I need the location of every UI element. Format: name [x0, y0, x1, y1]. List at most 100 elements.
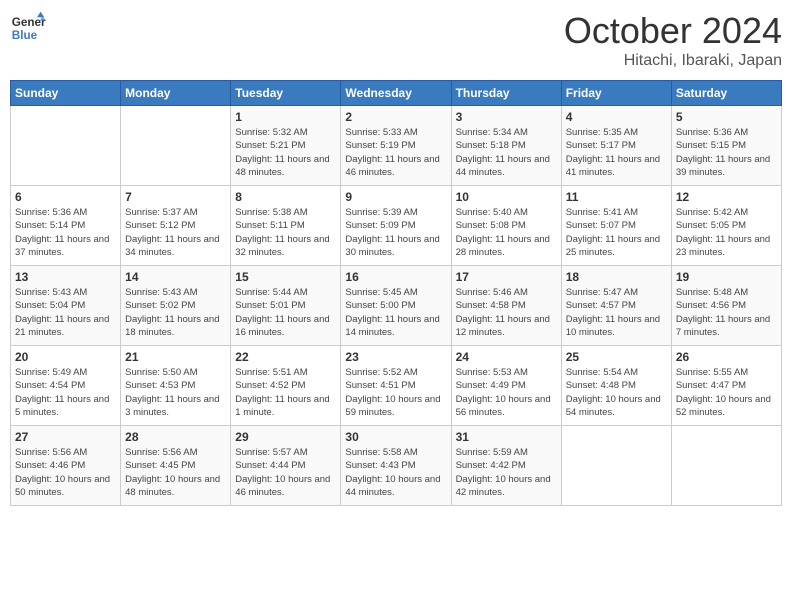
- logo-icon: General Blue: [10, 10, 46, 46]
- day-number: 22: [235, 350, 336, 364]
- calendar-cell: 22 Sunrise: 5:51 AM Sunset: 4:52 PM Dayli…: [231, 346, 341, 426]
- day-detail: Sunrise: 5:39 AM Sunset: 5:09 PM Dayligh…: [345, 206, 446, 259]
- calendar-cell: 13 Sunrise: 5:43 AM Sunset: 5:04 PM Dayli…: [11, 266, 121, 346]
- calendar-cell: 27 Sunrise: 5:56 AM Sunset: 4:46 PM Dayli…: [11, 426, 121, 506]
- day-number: 10: [456, 190, 557, 204]
- logo: General Blue: [10, 10, 46, 46]
- calendar-week-5: 27 Sunrise: 5:56 AM Sunset: 4:46 PM Dayli…: [11, 426, 782, 506]
- day-detail: Sunrise: 5:43 AM Sunset: 5:02 PM Dayligh…: [125, 286, 226, 339]
- day-detail: Sunrise: 5:44 AM Sunset: 5:01 PM Dayligh…: [235, 286, 336, 339]
- calendar-cell: 2 Sunrise: 5:33 AM Sunset: 5:19 PM Daylig…: [341, 106, 451, 186]
- calendar-cell: 12 Sunrise: 5:42 AM Sunset: 5:05 PM Dayli…: [671, 186, 781, 266]
- day-number: 24: [456, 350, 557, 364]
- calendar-table: SundayMondayTuesdayWednesdayThursdayFrid…: [10, 80, 782, 506]
- day-detail: Sunrise: 5:51 AM Sunset: 4:52 PM Dayligh…: [235, 366, 336, 419]
- calendar-cell: 18Sunrise: 5:47 AM Sunset: 4:57 PM Dayli…: [561, 266, 671, 346]
- calendar-cell: 10Sunrise: 5:40 AM Sunset: 5:08 PM Dayli…: [451, 186, 561, 266]
- day-number: 4: [566, 110, 667, 124]
- day-detail: Sunrise: 5:43 AM Sunset: 5:04 PM Dayligh…: [15, 286, 116, 339]
- day-number: 6: [15, 190, 116, 204]
- calendar-week-3: 13 Sunrise: 5:43 AM Sunset: 5:04 PM Dayli…: [11, 266, 782, 346]
- calendar-cell: 20Sunrise: 5:49 AM Sunset: 4:54 PM Dayli…: [11, 346, 121, 426]
- day-detail: Sunrise: 5:54 AM Sunset: 4:48 PM Dayligh…: [566, 366, 667, 419]
- weekday-header-saturday: Saturday: [671, 81, 781, 106]
- calendar-cell: [11, 106, 121, 186]
- day-number: 15: [235, 270, 336, 284]
- day-detail: Sunrise: 5:42 AM Sunset: 5:05 PM Dayligh…: [676, 206, 777, 259]
- day-detail: Sunrise: 5:53 AM Sunset: 4:49 PM Dayligh…: [456, 366, 557, 419]
- weekday-header-friday: Friday: [561, 81, 671, 106]
- day-detail: Sunrise: 5:34 AM Sunset: 5:18 PM Dayligh…: [456, 126, 557, 179]
- day-detail: Sunrise: 5:41 AM Sunset: 5:07 PM Dayligh…: [566, 206, 667, 259]
- day-detail: Sunrise: 5:46 AM Sunset: 4:58 PM Dayligh…: [456, 286, 557, 339]
- day-detail: Sunrise: 5:33 AM Sunset: 5:19 PM Dayligh…: [345, 126, 446, 179]
- day-detail: Sunrise: 5:36 AM Sunset: 5:14 PM Dayligh…: [15, 206, 116, 259]
- calendar-cell: 31 Sunrise: 5:59 AM Sunset: 4:42 PM Dayli…: [451, 426, 561, 506]
- weekday-header-tuesday: Tuesday: [231, 81, 341, 106]
- day-detail: Sunrise: 5:59 AM Sunset: 4:42 PM Dayligh…: [456, 446, 557, 499]
- day-number: 7: [125, 190, 226, 204]
- calendar-cell: 3Sunrise: 5:34 AM Sunset: 5:18 PM Daylig…: [451, 106, 561, 186]
- day-detail: Sunrise: 5:35 AM Sunset: 5:17 PM Dayligh…: [566, 126, 667, 179]
- calendar-cell: [561, 426, 671, 506]
- calendar-cell: 5 Sunrise: 5:36 AM Sunset: 5:15 PM Daylig…: [671, 106, 781, 186]
- calendar-header: SundayMondayTuesdayWednesdayThursdayFrid…: [11, 81, 782, 106]
- day-number: 13: [15, 270, 116, 284]
- day-detail: Sunrise: 5:56 AM Sunset: 4:45 PM Dayligh…: [125, 446, 226, 499]
- day-detail: Sunrise: 5:56 AM Sunset: 4:46 PM Dayligh…: [15, 446, 116, 499]
- day-detail: Sunrise: 5:37 AM Sunset: 5:12 PM Dayligh…: [125, 206, 226, 259]
- calendar-cell: 7 Sunrise: 5:37 AM Sunset: 5:12 PM Daylig…: [121, 186, 231, 266]
- day-number: 16: [345, 270, 446, 284]
- day-detail: Sunrise: 5:48 AM Sunset: 4:56 PM Dayligh…: [676, 286, 777, 339]
- day-number: 1: [235, 110, 336, 124]
- day-detail: Sunrise: 5:45 AM Sunset: 5:00 PM Dayligh…: [345, 286, 446, 339]
- day-detail: Sunrise: 5:49 AM Sunset: 4:54 PM Dayligh…: [15, 366, 116, 419]
- day-number: 21: [125, 350, 226, 364]
- weekday-header-row: SundayMondayTuesdayWednesdayThursdayFrid…: [11, 81, 782, 106]
- location-title: Hitachi, Ibaraki, Japan: [564, 52, 782, 70]
- day-number: 19: [676, 270, 777, 284]
- calendar-cell: 14 Sunrise: 5:43 AM Sunset: 5:02 PM Dayli…: [121, 266, 231, 346]
- day-number: 14: [125, 270, 226, 284]
- day-number: 31: [456, 430, 557, 444]
- calendar-week-1: 1 Sunrise: 5:32 AM Sunset: 5:21 PM Daylig…: [11, 106, 782, 186]
- day-number: 27: [15, 430, 116, 444]
- day-number: 23: [345, 350, 446, 364]
- day-number: 30: [345, 430, 446, 444]
- day-detail: Sunrise: 5:52 AM Sunset: 4:51 PM Dayligh…: [345, 366, 446, 419]
- day-number: 18: [566, 270, 667, 284]
- day-detail: Sunrise: 5:55 AM Sunset: 4:47 PM Dayligh…: [676, 366, 777, 419]
- day-detail: Sunrise: 5:57 AM Sunset: 4:44 PM Dayligh…: [235, 446, 336, 499]
- calendar-cell: 6 Sunrise: 5:36 AM Sunset: 5:14 PM Daylig…: [11, 186, 121, 266]
- calendar-cell: 24 Sunrise: 5:53 AM Sunset: 4:49 PM Dayli…: [451, 346, 561, 426]
- day-number: 2: [345, 110, 446, 124]
- day-number: 28: [125, 430, 226, 444]
- day-detail: Sunrise: 5:58 AM Sunset: 4:43 PM Dayligh…: [345, 446, 446, 499]
- day-number: 29: [235, 430, 336, 444]
- title-block: October 2024 Hitachi, Ibaraki, Japan: [564, 10, 782, 70]
- day-detail: Sunrise: 5:32 AM Sunset: 5:21 PM Dayligh…: [235, 126, 336, 179]
- day-number: 11: [566, 190, 667, 204]
- weekday-header-wednesday: Wednesday: [341, 81, 451, 106]
- day-detail: Sunrise: 5:50 AM Sunset: 4:53 PM Dayligh…: [125, 366, 226, 419]
- calendar-cell: 28 Sunrise: 5:56 AM Sunset: 4:45 PM Dayli…: [121, 426, 231, 506]
- calendar-cell: 17Sunrise: 5:46 AM Sunset: 4:58 PM Dayli…: [451, 266, 561, 346]
- calendar-cell: 29 Sunrise: 5:57 AM Sunset: 4:44 PM Dayli…: [231, 426, 341, 506]
- calendar-cell: 19 Sunrise: 5:48 AM Sunset: 4:56 PM Dayli…: [671, 266, 781, 346]
- day-detail: Sunrise: 5:36 AM Sunset: 5:15 PM Dayligh…: [676, 126, 777, 179]
- day-number: 25: [566, 350, 667, 364]
- day-number: 8: [235, 190, 336, 204]
- month-title: October 2024: [564, 10, 782, 52]
- calendar-cell: 11 Sunrise: 5:41 AM Sunset: 5:07 PM Dayli…: [561, 186, 671, 266]
- day-number: 12: [676, 190, 777, 204]
- calendar-cell: 16 Sunrise: 5:45 AM Sunset: 5:00 PM Dayli…: [341, 266, 451, 346]
- calendar-cell: 21 Sunrise: 5:50 AM Sunset: 4:53 PM Dayli…: [121, 346, 231, 426]
- day-number: 5: [676, 110, 777, 124]
- calendar-cell: 4 Sunrise: 5:35 AM Sunset: 5:17 PM Daylig…: [561, 106, 671, 186]
- calendar-cell: 8Sunrise: 5:38 AM Sunset: 5:11 PM Daylig…: [231, 186, 341, 266]
- weekday-header-thursday: Thursday: [451, 81, 561, 106]
- calendar-cell: 15 Sunrise: 5:44 AM Sunset: 5:01 PM Dayli…: [231, 266, 341, 346]
- calendar-week-2: 6 Sunrise: 5:36 AM Sunset: 5:14 PM Daylig…: [11, 186, 782, 266]
- calendar-cell: 25 Sunrise: 5:54 AM Sunset: 4:48 PM Dayli…: [561, 346, 671, 426]
- page-header: General Blue October 2024 Hitachi, Ibara…: [10, 10, 782, 70]
